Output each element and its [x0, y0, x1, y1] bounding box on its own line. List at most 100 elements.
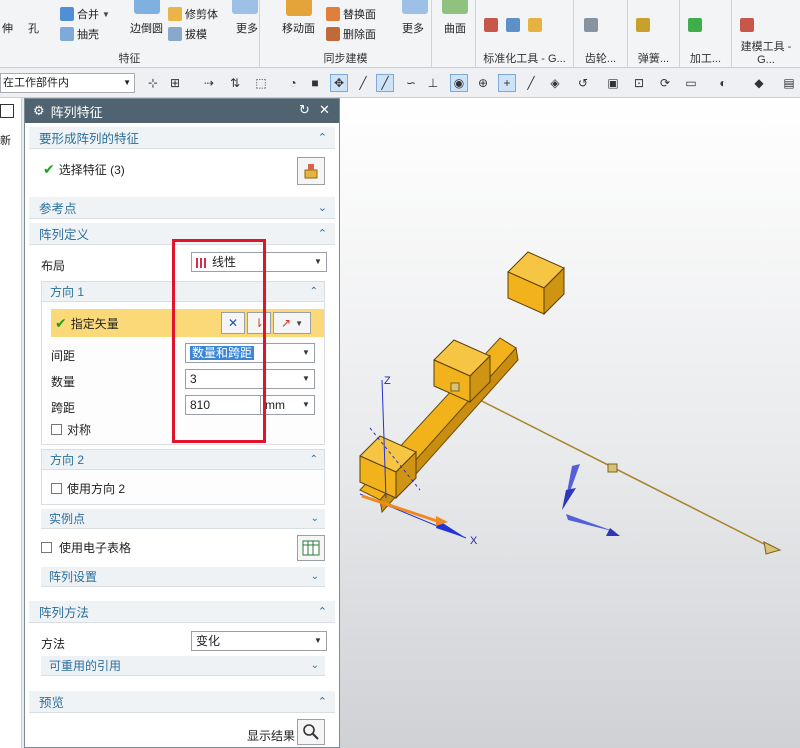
chevron-down-icon: ⌄ [310, 513, 319, 524]
pattern-settings-header[interactable]: 阵列设置 ⌄ [41, 567, 325, 587]
link-icon[interactable]: ⇢ [200, 74, 218, 92]
use-spreadsheet-checkbox[interactable] [41, 542, 52, 553]
chevron-up-icon: ⌃ [317, 132, 327, 144]
gear-icon[interactable] [584, 18, 598, 32]
box-select-icon[interactable]: ⬚ [252, 74, 270, 92]
graphics-viewport[interactable]: X Z [340, 98, 800, 748]
endpoint-icon[interactable]: ╱ [522, 74, 540, 92]
spreadsheet-button[interactable] [297, 535, 325, 561]
show-result-button[interactable] [297, 719, 325, 745]
more-feature-icon [232, 0, 258, 14]
chevron-down-icon: ▼ [302, 374, 310, 383]
edge-blend-button[interactable]: 边倒圆 [130, 20, 163, 36]
view-icon[interactable]: ◔ [284, 74, 302, 92]
standard-tool-icon-3[interactable] [528, 18, 542, 32]
more-sync-button[interactable]: 更多 [402, 20, 424, 36]
select-feature-row[interactable]: ✔ 选择特征 (3) [43, 161, 125, 178]
standard-tool-icon-1[interactable] [484, 18, 498, 32]
snap-point-icon[interactable]: ⊞ [166, 74, 184, 92]
filter-icon[interactable]: ⊹ [144, 74, 162, 92]
span-unit-select[interactable]: mm ▼ [261, 395, 315, 415]
unite-button[interactable]: 合并 ▼ [60, 6, 110, 22]
gear-icon[interactable]: ⚙ [33, 103, 45, 119]
snap-grid-icon[interactable]: ✥ [330, 74, 348, 92]
reset-icon[interactable]: ↺ [574, 74, 592, 92]
specify-vector-label-row: ✔ 指定矢量 [55, 315, 119, 331]
spring-icon[interactable] [636, 18, 650, 32]
ribbon-group-sync: 移动面 替换面 删除面 更多 同步建模 [260, 0, 432, 68]
build-tool-icon[interactable] [740, 18, 754, 32]
shell-icon [60, 27, 74, 41]
machining-icon[interactable] [688, 18, 702, 32]
standard-tool-icon-2[interactable] [506, 18, 520, 32]
cube-icon[interactable]: ■ [306, 74, 324, 92]
symmetric-checkbox[interactable] [51, 424, 62, 435]
cross-point-icon[interactable]: + [498, 74, 516, 92]
section-features-header[interactable]: 要形成阵列的特征 ⌃ [29, 127, 335, 149]
delete-face-button[interactable]: 删除面 [326, 26, 376, 42]
display-icon[interactable]: ▣ [604, 74, 622, 92]
draft-button[interactable]: 拔模 [168, 26, 207, 42]
draft-icon [168, 27, 182, 41]
dialog-title-bar: ⚙ 阵列特征 ↻ ✕ [25, 99, 339, 123]
close-icon[interactable]: ✕ [319, 102, 330, 118]
section-pattern-method-header[interactable]: 阵列方法 ⌃ [29, 601, 335, 623]
rotate-icon[interactable]: ⟳ [656, 74, 674, 92]
feature-select-icon [304, 164, 318, 179]
tab-standard[interactable]: 标准化工具 - G... [476, 50, 573, 66]
select-feature-button[interactable] [297, 157, 325, 185]
instance-points-header[interactable]: 实例点 ⌄ [41, 509, 325, 529]
surface-point-icon[interactable]: ◈ [546, 74, 564, 92]
part-navigator-strip: 新 [0, 98, 22, 748]
shading-icon[interactable]: ◐ [714, 74, 732, 92]
perpendicular-icon[interactable]: ⊥ [424, 74, 442, 92]
trim-body-icon [168, 7, 182, 21]
tab-machining[interactable]: 加工... [680, 50, 731, 66]
fit-icon[interactable]: ⊡ [630, 74, 648, 92]
use-direction2-checkbox[interactable] [51, 483, 62, 494]
hole-button[interactable]: 孔 [28, 20, 39, 36]
tab-gear[interactable]: 齿轮... [574, 50, 627, 66]
orient-icon[interactable]: ◆ [750, 74, 768, 92]
layer-icon[interactable]: ▤ [780, 74, 798, 92]
vector-arrow-head [763, 541, 782, 555]
model-scene: X Z [359, 251, 782, 555]
x-axis-orange [361, 494, 441, 524]
line-snap-icon[interactable]: ╱ [354, 74, 372, 92]
reusable-references-header[interactable]: 可重用的引用 ⌄ [41, 656, 325, 676]
vector-start-marker [450, 382, 460, 392]
group-title-sync: 同步建模 [323, 53, 368, 65]
navigator-window-icon[interactable] [0, 104, 14, 118]
vector-mid-marker [607, 463, 618, 473]
ribbon-group-standard: 标准化工具 - G... [476, 0, 574, 68]
selection-scope-select[interactable]: 在工作部件内 ▼ [0, 73, 135, 93]
method-select[interactable]: 变化 ▼ [191, 631, 327, 651]
more-feature-button[interactable]: 更多 [236, 20, 258, 36]
section-preview-header[interactable]: 预览 ⌃ [29, 691, 335, 713]
replace-face-button[interactable]: 替换面 [326, 6, 376, 22]
chevron-up-icon: ⌃ [309, 286, 318, 297]
tangent-icon[interactable]: ╱ [376, 74, 394, 92]
center-point-icon[interactable]: ◉ [450, 74, 468, 92]
x-axis-label: X [470, 535, 478, 547]
selection-icon[interactable]: ⇅ [226, 74, 244, 92]
stretch-button[interactable]: 伸 [2, 20, 13, 36]
surface-button[interactable]: 曲面 [444, 20, 466, 36]
circle-snap-icon[interactable]: ⊕ [474, 74, 492, 92]
shell-button[interactable]: 抽壳 [60, 26, 99, 42]
trim-body-button[interactable]: 修剪体 [168, 6, 218, 22]
dynamic-triad [562, 464, 620, 536]
move-face-button[interactable]: 移动面 [282, 20, 315, 36]
dialog-title: 阵列特征 [50, 104, 103, 120]
direction2-header[interactable]: 方向 2 ⌃ [42, 450, 324, 470]
reset-icon[interactable]: ↻ [299, 102, 310, 118]
ribbon-group-feature: 伸 孔 合并 ▼ 抽壳 边倒圆 修剪体 拔模 更多 特征 [0, 0, 260, 68]
pattern-block-3 [507, 251, 565, 316]
tab-spring[interactable]: 弹簧... [628, 50, 679, 66]
show-result-label: 显示结果 [247, 729, 296, 743]
window-icon[interactable]: ▭ [682, 74, 700, 92]
arc-snap-icon[interactable]: ∽ [402, 74, 420, 92]
tab-build[interactable]: 建模工具 - G... [732, 38, 800, 66]
section-reference-point-header[interactable]: 参考点 ⌄ [29, 197, 335, 219]
inferred-vector-button[interactable]: ↗ ▼ [273, 312, 311, 334]
